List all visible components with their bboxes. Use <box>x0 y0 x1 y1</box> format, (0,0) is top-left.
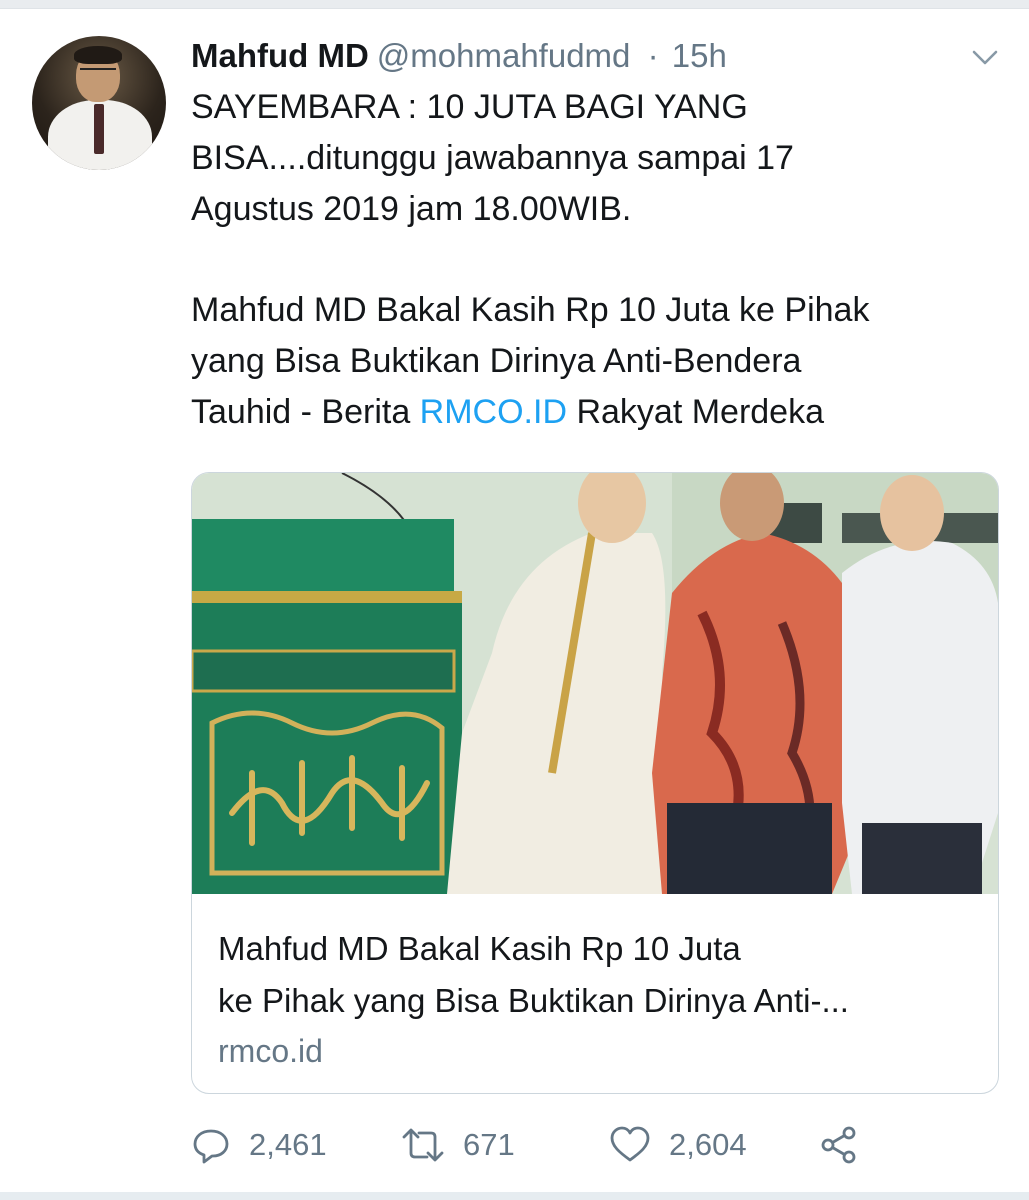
person-right-trousers <box>862 823 982 894</box>
headline-last-line: Tauhid - Berita RMCO.ID Rakyat Merdeka <box>191 387 1001 438</box>
like-button[interactable]: 2,604 <box>609 1120 747 1170</box>
card-title[interactable]: Mahfud MD Bakal Kasih Rp 10 Juta ke Piha… <box>218 923 978 1027</box>
share-icon[interactable] <box>819 1125 859 1165</box>
tweet-timestamp[interactable]: 15h <box>672 37 727 74</box>
retweet-icon <box>402 1128 444 1162</box>
action-bar: 2,461 671 2,604 <box>191 1120 891 1170</box>
rmco-link[interactable]: RMCO.ID <box>420 393 567 431</box>
card-title-line: Mahfud MD Bakal Kasih Rp 10 Juta <box>218 930 741 967</box>
retweet-count: 671 <box>463 1127 515 1162</box>
link-card[interactable]: Mahfud MD Bakal Kasih Rp 10 Juta ke Piha… <box>191 472 999 1094</box>
headline-line: Mahfud MD Bakal Kasih Rp 10 Juta ke Piha… <box>191 291 870 329</box>
tweet-text-line: Agustus 2019 jam 18.00WIB. <box>191 190 632 228</box>
like-count: 2,604 <box>669 1127 747 1162</box>
headline-prefix: Tauhid - Berita <box>191 393 420 431</box>
pulpit-ornament-band <box>192 649 456 693</box>
pulpit-top <box>192 519 454 599</box>
tweet-text: SAYEMBARA : 10 JUTA BAGI YANG BISA....di… <box>191 82 1001 438</box>
reply-button[interactable]: 2,461 <box>191 1120 327 1170</box>
author-handle[interactable]: @mohmahfudmd <box>377 37 631 74</box>
top-divider <box>0 0 1029 9</box>
person-middle-trousers <box>667 803 832 894</box>
chevron-down-icon[interactable] <box>970 44 1000 70</box>
avatar-tie <box>94 104 104 154</box>
card-title-line: ke Pihak yang Bisa Buktikan Dirinya Anti… <box>218 982 849 1019</box>
pulpit-body <box>192 593 462 894</box>
heart-icon <box>610 1126 650 1162</box>
card-image[interactable] <box>192 473 998 894</box>
reply-count: 2,461 <box>249 1127 327 1162</box>
headline-line: yang Bisa Buktikan Dirinya Anti-Bendera <box>191 342 802 380</box>
pulpit-gold-trim <box>192 591 462 603</box>
headline-suffix: Rakyat Merdeka <box>567 393 824 431</box>
retweet-button[interactable]: 671 <box>401 1120 515 1170</box>
tweet-text-line: SAYEMBARA : 10 JUTA BAGI YANG <box>191 88 748 126</box>
avatar-hair <box>74 46 122 64</box>
avatar[interactable] <box>32 36 166 170</box>
author-name[interactable]: Mahfud MD <box>191 37 369 74</box>
bottom-divider <box>0 1192 1029 1200</box>
tweet-header: Mahfud MD @mohmahfudmd · 15h <box>191 34 727 78</box>
card-domain: rmco.id <box>218 1033 323 1069</box>
reply-icon <box>193 1129 229 1164</box>
avatar-glasses <box>80 68 116 78</box>
card-photo <box>192 473 998 894</box>
header-separator: · <box>647 37 659 74</box>
person-right-face <box>880 475 944 551</box>
tweet-text-line: BISA....ditunggu jawabannya sampai 17 <box>191 139 794 177</box>
